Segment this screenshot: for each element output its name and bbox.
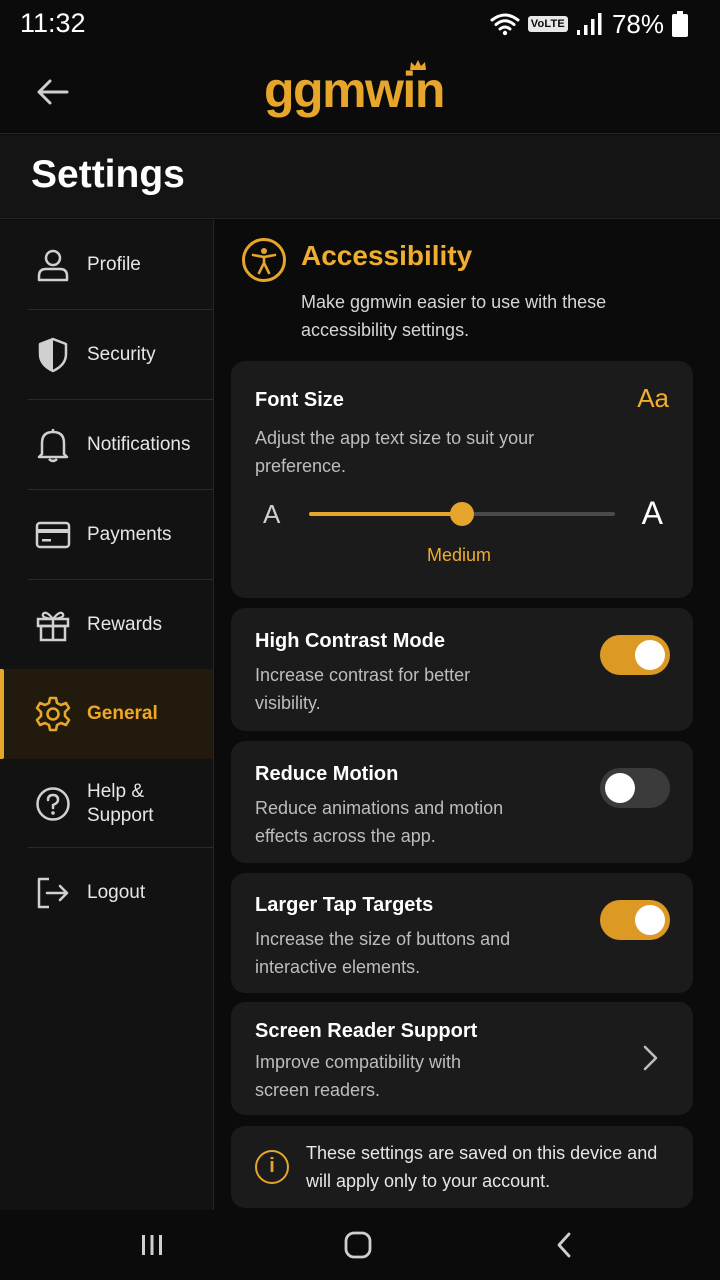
sidebar-item-rewards[interactable]: Rewards xyxy=(0,580,213,670)
font-size-card: Font Size Aa Adjust the app text size to… xyxy=(231,361,693,598)
toggle-title: Reduce Motion xyxy=(255,763,399,785)
sidebar-item-label: General xyxy=(87,703,158,724)
arrow-left-icon xyxy=(37,79,69,105)
status-bar: 11:32 VoLTE 78% xyxy=(0,0,720,48)
home-button[interactable] xyxy=(340,1228,376,1262)
sidebar-item-label: Payments xyxy=(87,524,172,545)
logout-icon xyxy=(33,873,73,913)
toggle-knob xyxy=(605,773,635,803)
sidebar-item-help-support[interactable]: Help & Support xyxy=(0,759,213,849)
font-size-description: Adjust the app text size to suit your pr… xyxy=(255,428,535,476)
sidebar-item-profile[interactable]: Profile xyxy=(0,220,213,310)
battery-icon xyxy=(672,11,688,37)
user-icon xyxy=(33,245,73,285)
slider-thumb[interactable] xyxy=(450,502,474,526)
slider-min-label: A xyxy=(263,499,281,529)
high-contrast-toggle[interactable] xyxy=(600,635,670,675)
screen-reader-card[interactable]: Screen Reader Support Improve compatibil… xyxy=(231,1002,693,1115)
font-size-title: Font Size xyxy=(255,389,344,411)
toggle-description: Increase the size of buttons and interac… xyxy=(255,929,511,977)
volte-badge: VoLTE xyxy=(527,16,568,32)
system-nav-bar xyxy=(0,1210,720,1280)
page-title: Settings xyxy=(31,153,185,196)
recent-apps-button[interactable] xyxy=(134,1228,170,1262)
slider-fill xyxy=(309,512,462,516)
home-icon xyxy=(344,1231,372,1259)
settings-sidebar: Profile Security Notifications Payments … xyxy=(0,220,214,1210)
app-header: ggmwin xyxy=(0,48,720,134)
slider-value-label: Medium xyxy=(427,545,492,565)
sidebar-item-security[interactable]: Security xyxy=(0,310,213,400)
info-text: These settings are saved on this device … xyxy=(306,1143,658,1191)
screen-reader-title: Screen Reader Support xyxy=(255,1020,478,1042)
gear-icon xyxy=(33,694,73,734)
sidebar-item-label: Notifications xyxy=(87,434,191,455)
sidebar-item-label: Rewards xyxy=(87,614,162,635)
sidebar-item-logout[interactable]: Logout xyxy=(0,848,213,938)
font-size-badge: Aa xyxy=(637,383,669,413)
high-contrast-card: High Contrast Mode Increase contrast for… xyxy=(231,608,693,731)
toggle-knob xyxy=(635,640,665,670)
chevron-right-icon xyxy=(643,1045,658,1071)
reduce-motion-toggle[interactable] xyxy=(600,768,670,808)
sidebar-item-general[interactable]: General xyxy=(0,669,213,759)
reduce-motion-card: Reduce Motion Reduce animations and moti… xyxy=(231,741,693,863)
status-icons: VoLTE 78% xyxy=(490,8,688,40)
toggle-description: Reduce animations and motion effects acr… xyxy=(255,798,504,846)
sidebar-item-label: Profile xyxy=(87,254,141,275)
section-title: Accessibility xyxy=(301,240,473,271)
shield-icon xyxy=(33,335,73,375)
toggle-title: High Contrast Mode xyxy=(255,630,445,652)
back-nav-button[interactable] xyxy=(546,1228,582,1262)
larger-tap-targets-card: Larger Tap Targets Increase the size of … xyxy=(231,873,693,993)
sidebar-item-payments[interactable]: Payments xyxy=(0,490,213,580)
info-icon: i xyxy=(255,1150,289,1184)
sidebar-item-notifications[interactable]: Notifications xyxy=(0,400,213,490)
recent-apps-icon xyxy=(142,1235,162,1255)
bell-icon xyxy=(33,425,73,465)
screen-reader-description: Improve compatibility with screen reader… xyxy=(255,1052,462,1100)
font-size-slider[interactable] xyxy=(309,502,615,526)
credit-card-icon xyxy=(33,515,73,555)
back-nav-icon xyxy=(557,1232,571,1258)
sidebar-item-label: Security xyxy=(87,344,156,365)
accessibility-icon xyxy=(242,238,286,282)
accessibility-panel: Accessibility Make ggmwin easier to use … xyxy=(215,220,720,1210)
sidebar-item-label: Logout xyxy=(87,882,146,903)
info-card: i These settings are saved on this devic… xyxy=(231,1126,693,1208)
gift-icon xyxy=(33,605,73,645)
wifi-icon xyxy=(490,13,520,36)
toggle-knob xyxy=(635,905,665,935)
toggle-title: Larger Tap Targets xyxy=(255,894,434,916)
status-time: 11:32 xyxy=(20,8,86,38)
toggle-description: Increase contrast for better visibility. xyxy=(255,665,471,713)
back-button[interactable] xyxy=(28,70,76,114)
settings-title-bar: Settings xyxy=(0,135,720,219)
signal-icon xyxy=(576,13,602,35)
section-description: Make ggmwin easier to use with these acc… xyxy=(301,292,607,340)
crown-icon xyxy=(410,60,426,70)
sidebar-item-label: Help & Support xyxy=(87,781,154,826)
slider-max-label: A xyxy=(641,495,663,531)
help-circle-icon xyxy=(33,784,73,824)
larger-tap-targets-toggle[interactable] xyxy=(600,900,670,940)
battery-percent: 78% xyxy=(611,8,664,39)
